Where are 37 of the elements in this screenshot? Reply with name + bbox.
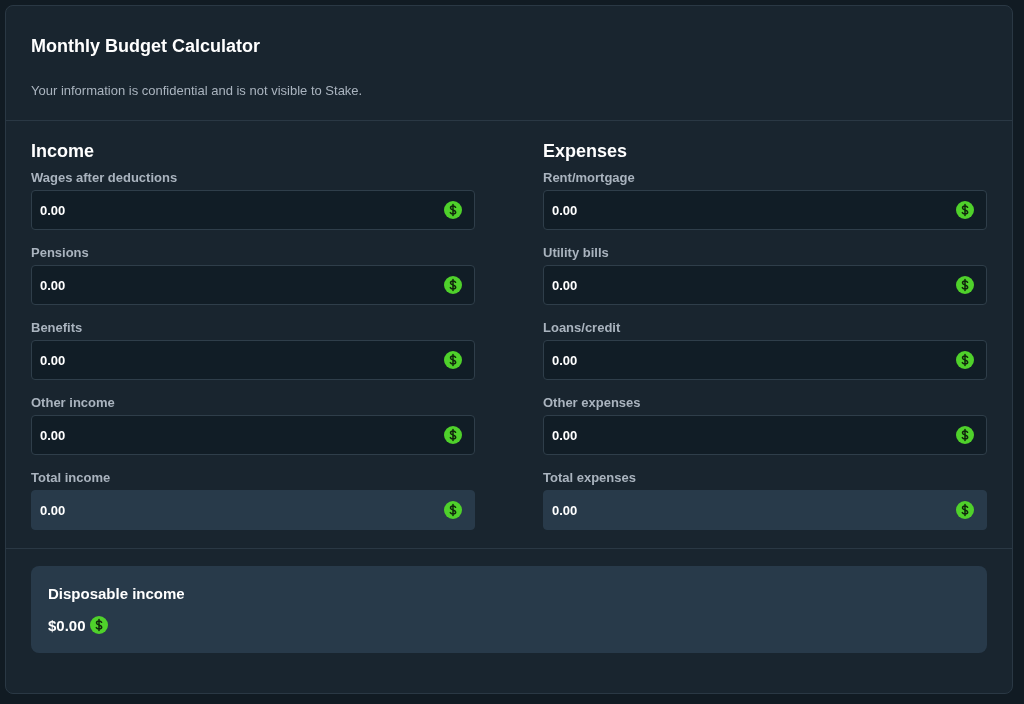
dollar-icon (444, 501, 462, 519)
total-field: 0.00 (543, 490, 987, 530)
amount-field[interactable]: 0.00 (31, 340, 475, 380)
field-label: Other income (31, 395, 116, 410)
summary-label: Disposable income (48, 585, 186, 602)
field-label: Other expenses (543, 395, 642, 410)
calculator-title: Monthly Budget Calculator (31, 36, 261, 57)
dollar-icon (956, 201, 974, 219)
dollar-icon (444, 276, 462, 294)
amount-field[interactable]: 0.00 (31, 190, 475, 230)
dollar-icon (956, 276, 974, 294)
dollar-icon (444, 351, 462, 369)
field-label: Rent/mortgage (543, 170, 636, 185)
field-label: Total income (31, 470, 112, 485)
field-label: Pensions (31, 245, 90, 260)
total-field: 0.00 (31, 490, 475, 530)
dollar-icon (89, 616, 108, 634)
amount-field[interactable]: 0.00 (543, 340, 987, 380)
field-label: Benefits (31, 320, 84, 335)
amount-field[interactable]: 0.00 (31, 265, 475, 305)
dollar-icon (956, 351, 974, 369)
field-label: Total expenses (543, 470, 637, 485)
dollar-icon (444, 426, 462, 444)
dollar-icon (956, 426, 974, 444)
amount-field[interactable]: 0.00 (543, 190, 987, 230)
dollar-icon (444, 201, 462, 219)
section-heading: Expenses (543, 141, 629, 162)
privacy-note: Your information is confidential and is not visible to Stake. (31, 83, 364, 98)
section-heading: Income (31, 141, 96, 162)
field-label: Utility bills (543, 245, 610, 260)
field-label: Loans/credit (543, 320, 622, 335)
amount-field[interactable]: 0.00 (543, 265, 987, 305)
dollar-icon (956, 501, 974, 519)
amount-field[interactable]: 0.00 (31, 415, 475, 455)
summary-value: $0.00 (48, 616, 86, 634)
field-label: Wages after deductions (31, 170, 179, 185)
amount-field[interactable]: 0.00 (543, 415, 987, 455)
